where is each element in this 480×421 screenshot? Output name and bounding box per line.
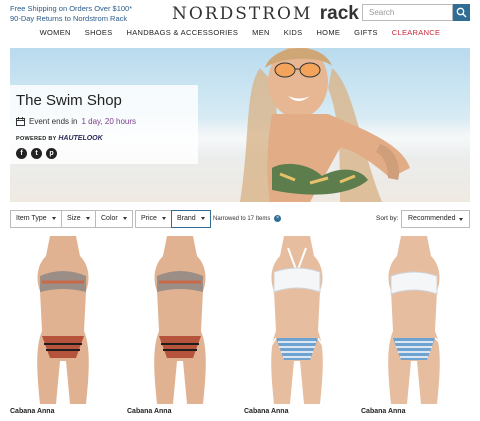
event-time: 1 day, 20 hours [81,117,137,126]
pinterest-icon[interactable]: p [46,148,57,159]
hero-banner: The Swim Shop Event ends in 1 day, 20 ho… [10,48,470,202]
site-logo[interactable]: NORDSTROM rack [172,3,359,25]
search-icon [456,7,467,18]
chevron-down-icon [459,218,463,221]
product-image[interactable] [127,236,233,404]
nav-women[interactable]: WOMEN [40,28,71,42]
powered-by: POWERED BY HAUTELOOK [16,135,103,142]
product-image[interactable] [10,236,116,404]
nav-clearance[interactable]: CLEARANCE [392,28,441,42]
nav-handbags-accessories[interactable]: HANDBAGS & ACCESSORIES [127,28,239,42]
search-button[interactable] [453,4,470,21]
filter-size[interactable]: Size [61,210,96,228]
main-nav: WOMEN SHOES HANDBAGS & ACCESSORIES MEN K… [0,28,480,42]
event-prefix: Event ends in [29,117,78,126]
facebook-icon[interactable]: f [16,148,27,159]
chevron-down-icon [51,216,56,220]
chevron-down-icon [122,216,127,220]
nav-kids[interactable]: KIDS [284,28,303,42]
promo-banner[interactable]: Free Shipping on Orders Over $100* 90-Da… [10,4,132,24]
filter-brand[interactable]: Brand [171,210,211,228]
social-share: f t p [16,148,57,159]
narrowed-text: Narrowed to 17 Items [213,216,271,223]
clear-filters-icon[interactable]: × [274,215,282,222]
hautelook-logo[interactable]: HAUTELOOK [58,135,102,142]
product-card[interactable]: Cabana Anna [10,236,116,421]
promo-shipping-text[interactable]: Free Shipping on Orders Over $100* [10,4,132,14]
sort-select[interactable]: Recommended [401,210,470,228]
product-grid: Cabana Anna Cabana Anna Cabana Anna Caba… [10,236,470,421]
page-title: The Swim Shop [16,92,122,109]
chevron-down-icon [200,216,205,220]
product-brand[interactable]: Cabana Anna [10,408,54,415]
calendar-icon [16,117,25,126]
powered-by-label: POWERED BY [16,136,57,142]
sort-label: Sort by: [376,215,399,222]
nav-men[interactable]: MEN [252,28,270,42]
product-image[interactable] [361,236,467,404]
hero-info-card: The Swim Shop Event ends in 1 day, 20 ho… [10,85,198,164]
product-image[interactable] [244,236,350,404]
product-card[interactable]: Cabana Anna [244,236,350,421]
filter-price[interactable]: Price [135,210,172,228]
promo-returns-text[interactable]: 90-Day Returns to Nordstrom Rack [10,14,132,24]
filter-color[interactable]: Color [95,210,133,228]
filter-bar: Item Type Size Color Price Brand Narrowe… [10,210,470,228]
search-input[interactable]: Search [362,4,453,21]
chevron-down-icon [85,216,90,220]
sort-value: Recommended [408,215,456,222]
nav-gifts[interactable]: GIFTS [354,28,378,42]
nav-shoes[interactable]: SHOES [85,28,113,42]
chevron-down-icon [161,216,166,220]
product-brand[interactable]: Cabana Anna [361,408,405,415]
product-card[interactable]: Cabana Anna [361,236,467,421]
twitter-icon[interactable]: t [31,148,42,159]
nav-home[interactable]: HOME [316,28,340,42]
logo-nordstrom: NORDSTROM [172,4,313,24]
filter-item-type[interactable]: Item Type [10,210,62,228]
product-card[interactable]: Cabana Anna [127,236,233,421]
event-countdown: Event ends in 1 day, 20 hours [16,117,136,126]
narrowed-status: Narrowed to 17 Items × [213,215,282,223]
product-brand[interactable]: Cabana Anna [244,408,288,415]
product-brand[interactable]: Cabana Anna [127,408,171,415]
logo-rack: rack [319,3,359,24]
